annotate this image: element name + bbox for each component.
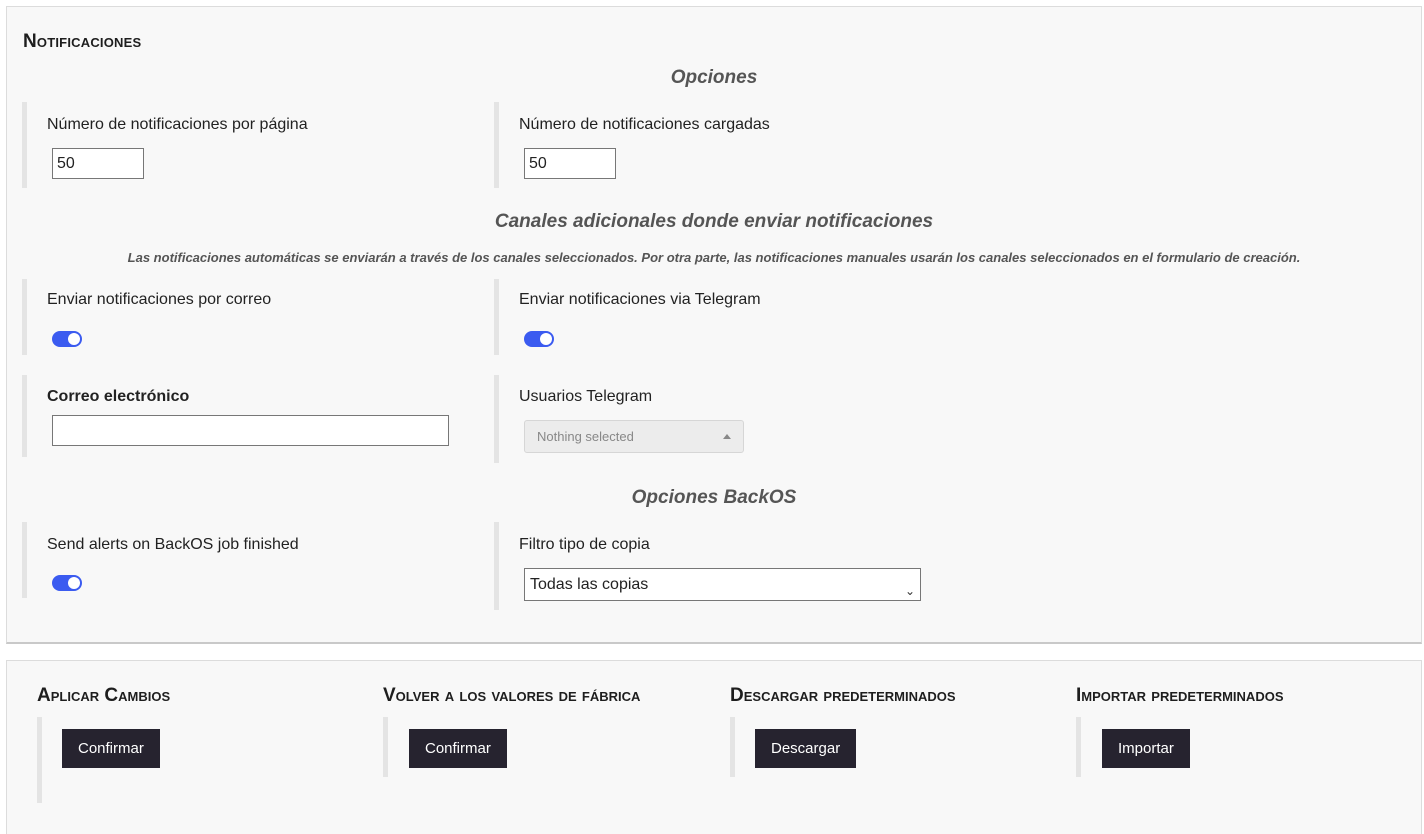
loaded-field: Número de notificaciones cargadas (494, 102, 954, 188)
notifications-panel: Notificaciones Opciones Número de notifi… (6, 6, 1422, 644)
telegram-toggle-switch[interactable] (524, 331, 554, 347)
per-page-input[interactable] (52, 148, 144, 179)
copy-filter-label: Filtro tipo de copia (519, 536, 650, 553)
import-button[interactable]: Importar (1102, 729, 1190, 768)
import-defaults-title: Importar predeterminados (1076, 685, 1284, 706)
loaded-label: Número de notificaciones cargadas (519, 116, 770, 133)
factory-confirm-button[interactable]: Confirmar (409, 729, 507, 768)
apply-confirm-button[interactable]: Confirmar (62, 729, 160, 768)
email-toggle-label: Enviar notificaciones por correo (47, 291, 272, 308)
factory-reset-title: Volver a los valores de fábrica (383, 685, 641, 706)
backos-alert-field: Send alerts on BackOS job finished (22, 522, 482, 598)
backos-alert-toggle-switch[interactable] (52, 575, 82, 591)
telegram-users-field: Usuarios Telegram Nothing selected (494, 375, 954, 463)
caret-up-icon (723, 434, 731, 439)
toggle-knob (68, 577, 80, 589)
email-input[interactable] (52, 415, 449, 446)
download-defaults-group: Descargar (730, 717, 1050, 777)
per-page-field: Número de notificaciones por página (22, 102, 482, 188)
email-toggle-switch[interactable] (52, 331, 82, 347)
telegram-users-placeholder: Nothing selected (537, 429, 634, 444)
email-label: Correo electrónico (47, 388, 190, 405)
options-section-title: Opciones (670, 67, 758, 88)
channels-note: Las notificaciones automáticas se enviar… (127, 250, 1301, 265)
telegram-toggle-field: Enviar notificaciones via Telegram (494, 279, 954, 355)
backos-section-title: Opciones BackOS (631, 487, 797, 508)
download-defaults-title: Descargar predeterminados (730, 685, 956, 706)
copy-filter-select[interactable]: Todas las copias ⌄ (524, 568, 921, 601)
import-defaults-group: Importar (1076, 717, 1396, 777)
telegram-users-select[interactable]: Nothing selected (524, 420, 744, 453)
email-toggle-field: Enviar notificaciones por correo (22, 279, 482, 355)
download-button[interactable]: Descargar (755, 729, 857, 768)
backos-alert-label: Send alerts on BackOS job finished (47, 536, 299, 553)
email-field: Correo electrónico (22, 375, 482, 457)
page-title: Notificaciones (23, 31, 142, 52)
toggle-knob (68, 333, 80, 345)
apply-changes-title: Aplicar Cambios (37, 685, 171, 706)
telegram-toggle-label: Enviar notificaciones via Telegram (519, 291, 761, 308)
actions-panel: Aplicar Cambios Confirmar Volver a los v… (6, 660, 1422, 834)
chevron-down-icon: ⌄ (904, 584, 915, 598)
loaded-input[interactable] (524, 148, 616, 179)
channels-section-title: Canales adicionales donde enviar notific… (494, 211, 934, 232)
toggle-knob (540, 333, 552, 345)
per-page-label: Número de notificaciones por página (47, 116, 308, 133)
apply-changes-group: Confirmar (37, 717, 357, 803)
copy-filter-value: Todas las copias (530, 576, 649, 593)
telegram-users-label: Usuarios Telegram (519, 388, 653, 405)
copy-filter-field: Filtro tipo de copia Todas las copias ⌄ (494, 522, 954, 610)
factory-reset-group: Confirmar (383, 717, 703, 777)
